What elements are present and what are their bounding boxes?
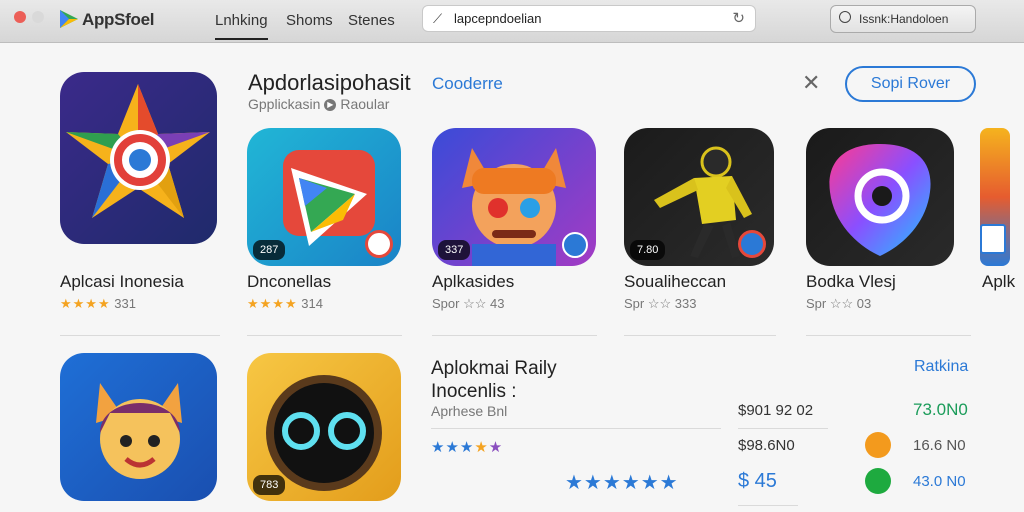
header-button-label: Issnk:Handoloen [859,12,949,26]
stars-orange: ★ [474,439,489,456]
stars-purple: ★ [488,439,504,456]
app-name-4[interactable]: Soualiheccan [624,272,726,292]
close-icon[interactable]: ✕ [802,70,820,96]
tab-shoms[interactable]: Shoms [286,12,333,29]
search-input[interactable]: ⟋ lapcepndoelian ↻ [422,5,756,32]
mini-app-icon [365,230,393,258]
divider [738,428,828,429]
app-tile-7[interactable] [60,353,217,501]
featured-star-icon [66,84,210,218]
rating-count: 314 [301,296,323,311]
rank-value-1: 73.0N0 [913,400,968,419]
app-badge: 337 [438,240,471,260]
divider [624,335,776,336]
promo-rating-stars-large: ★★★★★★ [565,472,679,494]
app-rating-3: Spor ☆☆ 43 [432,296,505,311]
subtitle-suffix: Raoular [340,96,390,112]
swirl-shield-icon [829,144,931,256]
tab-stenes[interactable]: Stenes [348,12,395,29]
header-account-button[interactable]: Issnk:Handoloen [830,5,976,33]
fox-girl-icon [96,383,182,479]
rank-value-3: 43.0 N0 [913,473,966,490]
close-window-dot[interactable] [14,11,26,23]
refresh-icon[interactable]: ↻ [732,9,745,27]
orange-status-dot [865,432,891,458]
rank-value-2: 16.6 N0 [913,437,966,454]
app-tile-6-partial[interactable] [980,128,1010,266]
title-bar: AppSfoel Lnhking Shoms Stenes ⟋ lapcepnd… [0,0,1024,43]
document-icon [980,224,1006,254]
app-name: AppSfoel [82,10,155,29]
clock-icon [839,11,851,23]
promo-title-line1: Aplokmai Raily [431,358,557,379]
divider [432,335,597,336]
stars-blue: ★★★ [431,439,475,456]
app-logo-icon [60,10,78,28]
divider [60,335,220,336]
app-name-1[interactable]: Aplcasi Inonesia [60,272,184,292]
app-tile-5[interactable] [806,128,954,266]
app-badge: 287 [253,240,286,260]
app-rating-1: ★★★★ 331 [60,296,136,312]
app-rating-5: Spr ☆☆ 03 [806,296,872,311]
app-tile-4[interactable]: 7.80 [624,128,774,266]
featured-app-icon[interactable] [60,72,217,244]
minimize-window-dot[interactable] [32,11,44,23]
app-rating-4: Spr ☆☆ 333 [624,296,697,311]
price-3: $ 45 [738,470,777,492]
mini-app-icon [562,232,588,258]
divider [738,505,798,506]
divider [431,428,721,429]
price-1: $901 92 02 [738,402,814,419]
app-tile-8[interactable]: 783 [247,353,401,501]
app-tile-2[interactable]: 287 [247,128,401,266]
sponsor-button[interactable]: Sopi Rover [845,66,976,102]
rating-count: 331 [114,296,136,311]
app-badge: 7.80 [630,240,666,260]
app-name-5[interactable]: Bodka Vlesj [806,272,896,292]
app-name-6[interactable]: Aplk [982,272,1018,292]
divider [806,335,971,336]
mini-app-icon [738,230,766,258]
app-rating-2: ★★★★ 314 [247,296,323,312]
app-badge: 783 [253,475,286,495]
subtitle-prefix: Gpplickasin [248,96,321,112]
promo-subtitle: Aprhese Bnl [431,403,508,419]
promo-title-line2: Inocenlis : [431,381,517,402]
rating-stars: ★★★★ [247,296,298,311]
search-text: lapcepndoelian [454,11,542,26]
section-subtitle: Gpplickasin ▶ Raoular [248,96,389,112]
section-link[interactable]: Cooderre [432,74,503,94]
play-icon: ▶ [324,99,337,112]
promo-title[interactable]: Aplokmai Raily Inocenlis : [431,357,557,403]
app-tile-3[interactable]: 337 [432,128,596,266]
green-status-dot [865,468,891,494]
tab-lnhking[interactable]: Lnhking [215,12,268,40]
promo-rating-stars: ★★★★★ [431,438,503,456]
app-name-3[interactable]: Aplkasides [432,272,514,292]
divider [247,335,402,336]
ranking-header[interactable]: Ratkina [914,358,968,376]
section-title: Apdorlasipohasit [248,70,411,95]
app-name-2[interactable]: Dnconellas [247,272,331,292]
price-2: $98.6N0 [738,437,795,454]
search-icon: ⟋ [433,11,443,26]
rating-stars: ★★★★ [60,296,111,311]
